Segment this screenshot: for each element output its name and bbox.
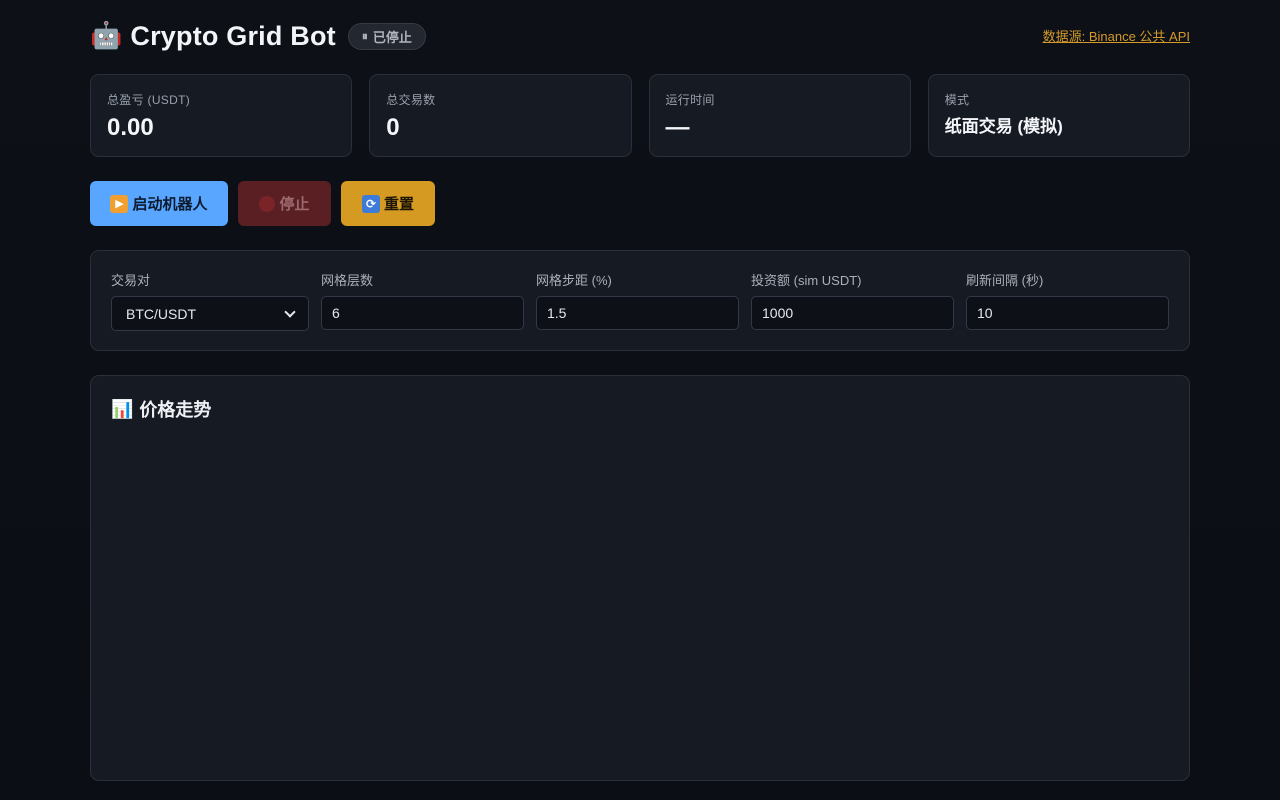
stat-value-pnl: 0.00 xyxy=(107,114,154,141)
start-bot-label: 启动机器人 xyxy=(132,196,208,213)
stat-card-pnl: 总盈亏 (USDT) 0.00 xyxy=(90,74,353,157)
field-levels: 网格层数 xyxy=(321,270,524,331)
config-panel: 交易对 BTC/USDT 网格层数 网格步距 (%) 投资额 (sim USDT… xyxy=(90,250,1190,351)
field-pair: 交易对 BTC/USDT xyxy=(111,270,309,331)
stat-value-mode: 纸面交易 (模拟) xyxy=(944,117,1063,136)
reset-label: 重置 xyxy=(383,196,414,213)
stat-value-trades: 0 xyxy=(386,114,400,141)
status-badge: ⏸ 已停止 xyxy=(347,22,426,50)
investment-input[interactable] xyxy=(751,296,954,330)
title-group: 🤖 Crypto Grid Bot ⏸ 已停止 xyxy=(90,18,426,54)
action-buttons: ▶ 启动机器人 停止 ⟳ 重置 xyxy=(90,181,435,226)
price-chart-area[interactable] xyxy=(111,436,1169,760)
pause-icon: ⏸ xyxy=(361,28,368,43)
stop-label: 停止 xyxy=(279,196,310,213)
refresh-interval-input[interactable] xyxy=(966,296,1169,330)
data-source-link[interactable]: 数据源: Binance 公共 API xyxy=(1043,26,1190,45)
stat-label: 总盈亏 (USDT) xyxy=(107,93,190,107)
chart-title-label: 价格走势 xyxy=(139,400,212,420)
reset-button[interactable]: ⟳ 重置 xyxy=(341,181,435,226)
app-title: Crypto Grid Bot xyxy=(130,20,336,51)
field-invest: 投资额 (sim USDT) xyxy=(751,270,954,331)
stat-card-mode: 模式 纸面交易 (模拟) xyxy=(927,74,1190,157)
status-label: 已停止 xyxy=(372,29,412,45)
stop-icon xyxy=(259,195,276,212)
stop-button[interactable]: 停止 xyxy=(238,181,331,226)
pair-value: BTC/USDT xyxy=(126,305,196,322)
reset-icon: ⟳ xyxy=(361,194,380,213)
stat-label: 模式 xyxy=(944,93,970,107)
pair-select[interactable]: BTC/USDT xyxy=(111,296,309,331)
price-chart-panel: 📊 价格走势 xyxy=(90,375,1190,781)
play-icon: ▶ xyxy=(110,194,129,213)
chart-title: 📊 价格走势 xyxy=(111,396,1169,422)
start-bot-button[interactable]: ▶ 启动机器人 xyxy=(90,181,228,226)
refresh-label: 刷新间隔 (秒) xyxy=(966,273,1044,288)
stat-card-runtime: 运行时间 — xyxy=(648,74,911,157)
stat-value-runtime: — xyxy=(665,114,690,141)
stat-label: 总交易数 xyxy=(386,93,436,107)
levels-label: 网格层数 xyxy=(321,273,374,288)
field-refresh: 刷新间隔 (秒) xyxy=(966,270,1169,331)
invest-label: 投资额 (sim USDT) xyxy=(751,273,862,288)
pair-label: 交易对 xyxy=(111,273,151,288)
bar-chart-icon: 📊 xyxy=(111,398,134,420)
grid-levels-input[interactable] xyxy=(321,296,524,330)
stat-label: 运行时间 xyxy=(665,93,715,107)
grid-step-input[interactable] xyxy=(536,296,739,330)
field-step: 网格步距 (%) xyxy=(536,270,739,331)
step-label: 网格步距 (%) xyxy=(536,273,612,288)
stat-card-trades: 总交易数 0 xyxy=(369,74,632,157)
stats-row: 总盈亏 (USDT) 0.00 总交易数 0 运行时间 — 模式 纸面交易 (模… xyxy=(90,74,1190,157)
robot-icon: 🤖 xyxy=(90,21,123,51)
header: 🤖 Crypto Grid Bot ⏸ 已停止 数据源: Binance 公共 … xyxy=(90,18,1190,54)
chevron-down-icon xyxy=(284,305,296,318)
